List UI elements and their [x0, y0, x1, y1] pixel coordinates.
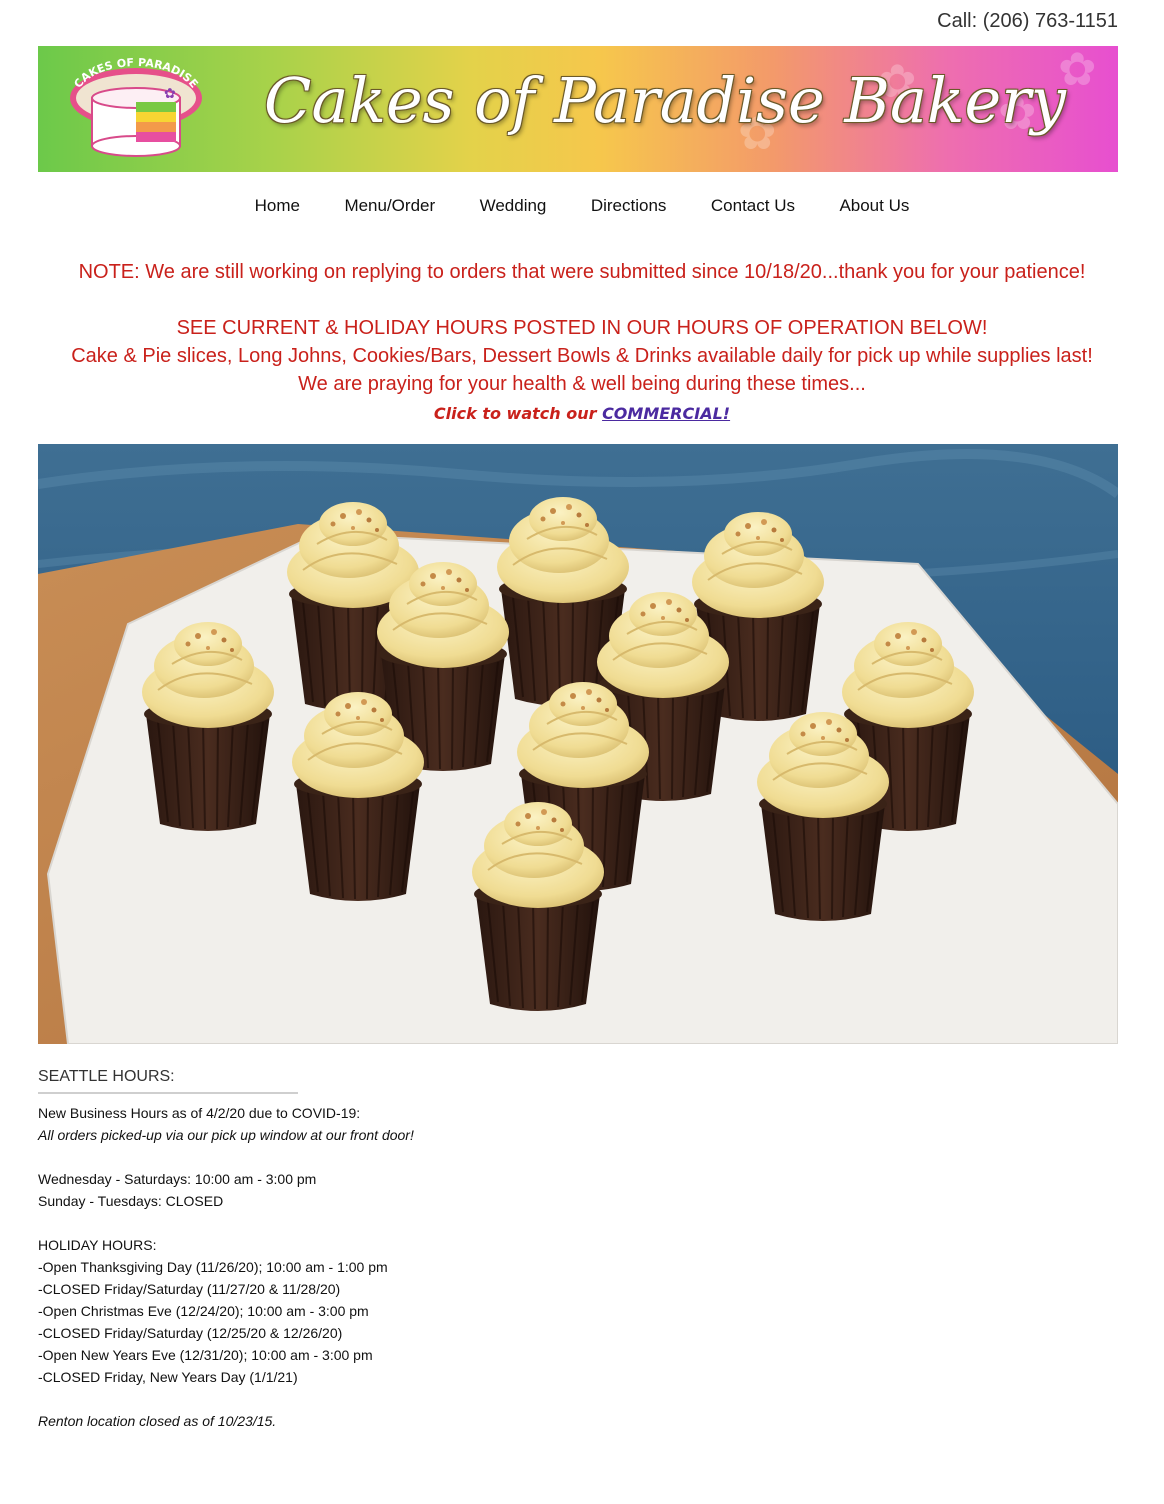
nav-about-us[interactable]: About Us [839, 196, 909, 216]
hero-cupcakes-image [38, 444, 1118, 1044]
header-banner[interactable]: ✿ ✿ ✿ ✿ CAKES OF PARADISE ✿ Cakes of Par… [38, 46, 1118, 172]
holiday-line: -CLOSED Friday/Saturday (12/25/20 & 12/2… [38, 1325, 343, 1341]
flower-icon: ✿ [164, 85, 176, 101]
seattle-hours: SEATTLE HOURS: New Business Hours as of … [38, 1066, 438, 1432]
holiday-line: -Open Thanksgiving Day (11/26/20); 10:00… [38, 1259, 388, 1275]
nav-home[interactable]: Home [255, 196, 300, 216]
holiday-line: -CLOSED Friday/Saturday (11/27/20 & 11/2… [38, 1281, 341, 1297]
order-note: NOTE: We are still working on replying t… [78, 261, 1086, 283]
availability-notice: Cake & Pie slices, Long Johns, Cookies/B… [71, 345, 1093, 367]
bakery-logo[interactable]: CAKES OF PARADISE ✿ [66, 54, 206, 166]
phone-number: Call: (206) 763-1151 [937, 10, 1118, 32]
holiday-line: -Open New Years Eve (12/31/20); 10:00 am… [38, 1347, 373, 1363]
cta-prefix: Click to watch our [433, 404, 603, 423]
commercial-cta: Click to watch our COMMERCIAL! [0, 400, 1164, 428]
hours-heading: SEATTLE HOURS: [38, 1066, 298, 1094]
regular-hours-line: Sunday - Tuesdays: CLOSED [38, 1193, 224, 1209]
commercial-link[interactable]: COMMERCIAL! [602, 404, 730, 423]
notice-section: NOTE: We are still working on replying t… [0, 258, 1164, 428]
brand-title[interactable]: Cakes of Paradise Bakery [264, 64, 1066, 137]
holiday-line: -CLOSED Friday, New Years Day (1/1/21) [38, 1369, 298, 1385]
hours-notice: SEE CURRENT & HOLIDAY HOURS POSTED IN OU… [176, 317, 988, 339]
nav-menu-order[interactable]: Menu/Order [344, 196, 435, 216]
holiday-heading: HOLIDAY HOURS: [38, 1237, 157, 1253]
wellbeing-notice: We are praying for your health & well be… [298, 373, 866, 395]
nav-contact-us[interactable]: Contact Us [711, 196, 795, 216]
nav-directions[interactable]: Directions [591, 196, 667, 216]
holiday-line: -Open Christmas Eve (12/24/20); 10:00 am… [38, 1303, 369, 1319]
renton-note: Renton location closed as of 10/23/15. [38, 1413, 277, 1429]
regular-hours-line: Wednesday - Saturdays: 10:00 am - 3:00 p… [38, 1171, 317, 1187]
main-nav: Home Menu/Order Wedding Directions Conta… [0, 196, 1164, 216]
hours-intro: New Business Hours as of 4/2/20 due to C… [38, 1105, 361, 1121]
pickup-note: All orders picked-up via our pick up win… [38, 1127, 414, 1143]
nav-wedding[interactable]: Wedding [480, 196, 547, 216]
